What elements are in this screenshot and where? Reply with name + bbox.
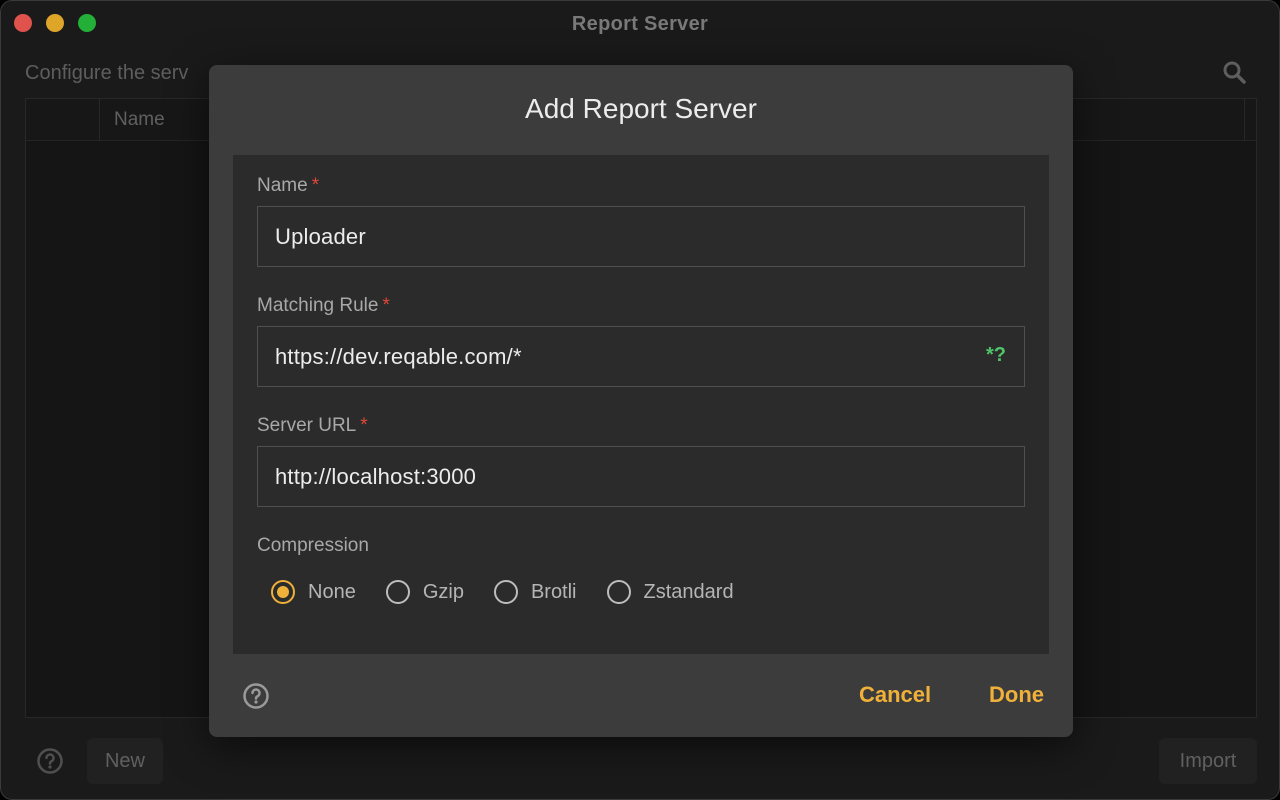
- matching-rule-label-text: Matching Rule: [257, 295, 379, 316]
- server-url-label: Server URL *: [257, 415, 368, 437]
- compression-radio-group: None Gzip Brotli Zstandard: [271, 579, 764, 605]
- name-field[interactable]: Uploader: [257, 206, 1025, 267]
- radio-unchecked[interactable]: [493, 580, 518, 604]
- dialog-title: Add Report Server: [525, 93, 757, 124]
- server-url-field[interactable]: http://localhost:3000: [257, 446, 1025, 507]
- required-marker: *: [311, 175, 320, 196]
- matching-rule-field-value: https://dev.reqable.com/*: [275, 343, 522, 369]
- server-url-label-text: Server URL: [257, 415, 357, 436]
- radio-label: Gzip: [422, 580, 464, 603]
- cancel-button[interactable]: Cancel: [859, 682, 931, 708]
- server-form: Name * Uploader Matching Rule * https://de…: [233, 155, 1049, 654]
- name-field-value: Uploader: [275, 223, 366, 249]
- matching-rule-field[interactable]: https://dev.reqable.com/* *?: [257, 326, 1025, 387]
- name-label: Name *: [257, 175, 319, 197]
- required-marker: *: [382, 295, 390, 316]
- done-button[interactable]: Done: [989, 682, 1044, 708]
- compression-option-zstandard[interactable]: Zstandard: [606, 580, 734, 604]
- name-label-text: Name: [257, 175, 308, 196]
- radio-unchecked[interactable]: [385, 580, 410, 604]
- radio-checked[interactable]: [271, 580, 295, 604]
- radio-label: None: [308, 580, 356, 603]
- radio-label: Brotli: [530, 580, 577, 603]
- matching-rule-label: Matching Rule *: [257, 295, 390, 317]
- help-icon[interactable]: [242, 682, 270, 710]
- compression-option-gzip[interactable]: Gzip: [385, 580, 464, 604]
- radio-label: Zstandard: [643, 580, 734, 603]
- compression-option-none[interactable]: None: [271, 580, 356, 604]
- regex-icon[interactable]: *?: [986, 344, 1006, 367]
- required-marker: *: [360, 415, 368, 436]
- radio-unchecked[interactable]: [606, 580, 631, 604]
- compression-option-brotli[interactable]: Brotli: [493, 580, 577, 604]
- report-server-window: Report Server Configure the serv Name Ne…: [0, 0, 1280, 800]
- server-url-field-value: http://localhost:3000: [275, 463, 477, 489]
- add-report-server-dialog: Add Report Server Name * Uploader Matchin…: [209, 65, 1073, 737]
- compression-label: Compression: [257, 535, 369, 556]
